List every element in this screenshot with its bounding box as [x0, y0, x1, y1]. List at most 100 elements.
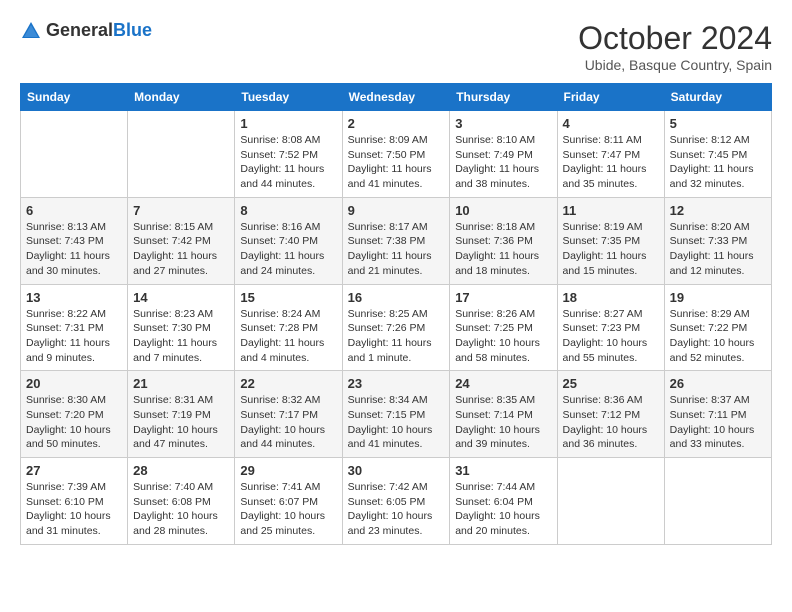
weekday-header-friday: Friday	[557, 84, 664, 111]
day-info: Sunrise: 8:17 AM Sunset: 7:38 PM Dayligh…	[348, 220, 445, 279]
day-number: 19	[670, 290, 766, 305]
day-info: Sunrise: 8:26 AM Sunset: 7:25 PM Dayligh…	[455, 307, 551, 366]
calendar-cell: 9 Sunrise: 8:17 AM Sunset: 7:38 PM Daylig…	[342, 197, 450, 284]
calendar-cell: 15 Sunrise: 8:24 AM Sunset: 7:28 PM Dayli…	[235, 284, 342, 371]
calendar-cell: 5 Sunrise: 8:12 AM Sunset: 7:45 PM Daylig…	[664, 111, 771, 198]
day-info: Sunrise: 8:22 AM Sunset: 7:31 PM Dayligh…	[26, 307, 122, 366]
day-number: 13	[26, 290, 122, 305]
week-row-4: 20Sunrise: 8:30 AM Sunset: 7:20 PM Dayli…	[21, 371, 772, 458]
calendar-cell: 14 Sunrise: 8:23 AM Sunset: 7:30 PM Dayli…	[128, 284, 235, 371]
calendar-cell: 23Sunrise: 8:34 AM Sunset: 7:15 PM Dayli…	[342, 371, 450, 458]
calendar-cell: 29 Sunrise: 7:41 AM Sunset: 6:07 PM Dayli…	[235, 458, 342, 545]
day-number: 16	[348, 290, 445, 305]
calendar-cell: 8Sunrise: 8:16 AM Sunset: 7:40 PM Daylig…	[235, 197, 342, 284]
week-row-1: 1 Sunrise: 8:08 AM Sunset: 7:52 PM Daylig…	[21, 111, 772, 198]
day-number: 10	[455, 203, 551, 218]
calendar-cell: 28 Sunrise: 7:40 AM Sunset: 6:08 PM Dayli…	[128, 458, 235, 545]
day-number: 30	[348, 463, 445, 478]
week-row-3: 13 Sunrise: 8:22 AM Sunset: 7:31 PM Dayli…	[21, 284, 772, 371]
calendar-table: SundayMondayTuesdayWednesdayThursdayFrid…	[20, 83, 772, 545]
day-info: Sunrise: 8:13 AM Sunset: 7:43 PM Dayligh…	[26, 220, 122, 279]
day-info: Sunrise: 8:37 AM Sunset: 7:11 PM Dayligh…	[670, 393, 766, 452]
calendar-subtitle: Ubide, Basque Country, Spain	[578, 57, 772, 73]
day-number: 5	[670, 116, 766, 131]
weekday-header-thursday: Thursday	[450, 84, 557, 111]
calendar-cell: 11 Sunrise: 8:19 AM Sunset: 7:35 PM Dayli…	[557, 197, 664, 284]
day-info: Sunrise: 7:42 AM Sunset: 6:05 PM Dayligh…	[348, 480, 445, 539]
day-number: 31	[455, 463, 551, 478]
calendar-cell: 30 Sunrise: 7:42 AM Sunset: 6:05 PM Dayli…	[342, 458, 450, 545]
day-info: Sunrise: 8:27 AM Sunset: 7:23 PM Dayligh…	[563, 307, 659, 366]
day-number: 22	[240, 376, 336, 391]
day-number: 7	[133, 203, 229, 218]
weekday-header-tuesday: Tuesday	[235, 84, 342, 111]
day-number: 25	[563, 376, 659, 391]
calendar-cell: 1 Sunrise: 8:08 AM Sunset: 7:52 PM Daylig…	[235, 111, 342, 198]
calendar-cell: 7Sunrise: 8:15 AM Sunset: 7:42 PM Daylig…	[128, 197, 235, 284]
calendar-cell	[664, 458, 771, 545]
calendar-cell: 16 Sunrise: 8:25 AM Sunset: 7:26 PM Dayli…	[342, 284, 450, 371]
calendar-cell: 4 Sunrise: 8:11 AM Sunset: 7:47 PM Daylig…	[557, 111, 664, 198]
day-info: Sunrise: 8:08 AM Sunset: 7:52 PM Dayligh…	[240, 133, 336, 192]
day-number: 14	[133, 290, 229, 305]
calendar-cell: 17Sunrise: 8:26 AM Sunset: 7:25 PM Dayli…	[450, 284, 557, 371]
day-info: Sunrise: 7:39 AM Sunset: 6:10 PM Dayligh…	[26, 480, 122, 539]
calendar-cell: 26 Sunrise: 8:37 AM Sunset: 7:11 PM Dayli…	[664, 371, 771, 458]
day-number: 9	[348, 203, 445, 218]
day-number: 26	[670, 376, 766, 391]
day-info: Sunrise: 8:19 AM Sunset: 7:35 PM Dayligh…	[563, 220, 659, 279]
logo: GeneralBlue	[20, 20, 152, 42]
day-info: Sunrise: 7:44 AM Sunset: 6:04 PM Dayligh…	[455, 480, 551, 539]
calendar-cell: 22Sunrise: 8:32 AM Sunset: 7:17 PM Dayli…	[235, 371, 342, 458]
day-info: Sunrise: 8:24 AM Sunset: 7:28 PM Dayligh…	[240, 307, 336, 366]
day-info: Sunrise: 8:16 AM Sunset: 7:40 PM Dayligh…	[240, 220, 336, 279]
day-info: Sunrise: 8:29 AM Sunset: 7:22 PM Dayligh…	[670, 307, 766, 366]
calendar-cell: 27 Sunrise: 7:39 AM Sunset: 6:10 PM Dayli…	[21, 458, 128, 545]
logo-general: General	[46, 20, 113, 40]
calendar-cell: 13 Sunrise: 8:22 AM Sunset: 7:31 PM Dayli…	[21, 284, 128, 371]
day-info: Sunrise: 8:23 AM Sunset: 7:30 PM Dayligh…	[133, 307, 229, 366]
day-info: Sunrise: 8:10 AM Sunset: 7:49 PM Dayligh…	[455, 133, 551, 192]
day-info: Sunrise: 8:09 AM Sunset: 7:50 PM Dayligh…	[348, 133, 445, 192]
day-info: Sunrise: 8:36 AM Sunset: 7:12 PM Dayligh…	[563, 393, 659, 452]
calendar-title: October 2024	[578, 20, 772, 57]
week-row-2: 6 Sunrise: 8:13 AM Sunset: 7:43 PM Daylig…	[21, 197, 772, 284]
day-number: 18	[563, 290, 659, 305]
week-row-5: 27 Sunrise: 7:39 AM Sunset: 6:10 PM Dayli…	[21, 458, 772, 545]
logo-blue: Blue	[113, 20, 152, 40]
day-number: 29	[240, 463, 336, 478]
day-info: Sunrise: 8:25 AM Sunset: 7:26 PM Dayligh…	[348, 307, 445, 366]
calendar-cell	[21, 111, 128, 198]
day-number: 27	[26, 463, 122, 478]
calendar-cell: 25 Sunrise: 8:36 AM Sunset: 7:12 PM Dayli…	[557, 371, 664, 458]
title-area: October 2024 Ubide, Basque Country, Spai…	[578, 20, 772, 73]
day-info: Sunrise: 8:35 AM Sunset: 7:14 PM Dayligh…	[455, 393, 551, 452]
logo-icon	[20, 20, 42, 42]
day-number: 11	[563, 203, 659, 218]
header: GeneralBlue October 2024 Ubide, Basque C…	[20, 20, 772, 73]
calendar-cell: 21Sunrise: 8:31 AM Sunset: 7:19 PM Dayli…	[128, 371, 235, 458]
day-number: 23	[348, 376, 445, 391]
day-number: 21	[133, 376, 229, 391]
day-number: 15	[240, 290, 336, 305]
weekday-header-monday: Monday	[128, 84, 235, 111]
day-number: 6	[26, 203, 122, 218]
calendar-cell: 24 Sunrise: 8:35 AM Sunset: 7:14 PM Dayli…	[450, 371, 557, 458]
day-number: 1	[240, 116, 336, 131]
day-number: 2	[348, 116, 445, 131]
day-number: 3	[455, 116, 551, 131]
calendar-cell: 6 Sunrise: 8:13 AM Sunset: 7:43 PM Daylig…	[21, 197, 128, 284]
day-info: Sunrise: 7:41 AM Sunset: 6:07 PM Dayligh…	[240, 480, 336, 539]
weekday-header-saturday: Saturday	[664, 84, 771, 111]
calendar-cell: 12Sunrise: 8:20 AM Sunset: 7:33 PM Dayli…	[664, 197, 771, 284]
day-info: Sunrise: 8:11 AM Sunset: 7:47 PM Dayligh…	[563, 133, 659, 192]
day-info: Sunrise: 8:30 AM Sunset: 7:20 PM Dayligh…	[26, 393, 122, 452]
day-number: 24	[455, 376, 551, 391]
day-number: 28	[133, 463, 229, 478]
day-number: 12	[670, 203, 766, 218]
day-info: Sunrise: 8:12 AM Sunset: 7:45 PM Dayligh…	[670, 133, 766, 192]
day-number: 4	[563, 116, 659, 131]
weekday-header-wednesday: Wednesday	[342, 84, 450, 111]
calendar-cell: 31 Sunrise: 7:44 AM Sunset: 6:04 PM Dayli…	[450, 458, 557, 545]
day-info: Sunrise: 7:40 AM Sunset: 6:08 PM Dayligh…	[133, 480, 229, 539]
